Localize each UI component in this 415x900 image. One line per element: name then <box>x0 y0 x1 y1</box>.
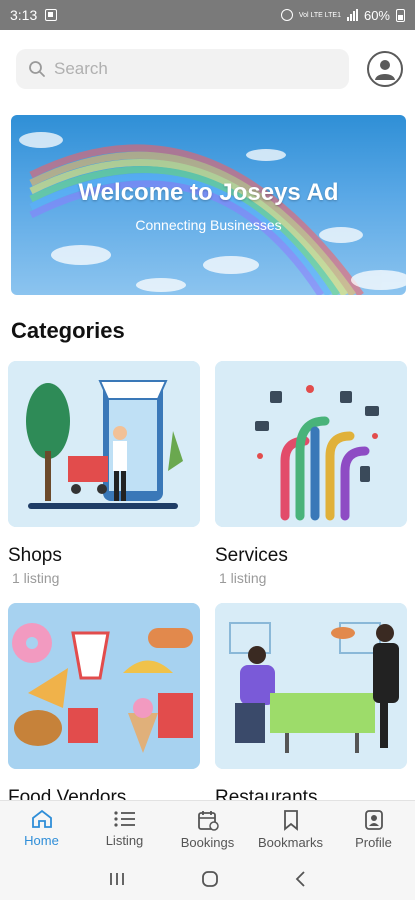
system-navigation-bar <box>0 858 415 900</box>
signal-icon <box>346 9 358 21</box>
nav-label-profile: Profile <box>355 835 392 850</box>
nav-item-bookmarks[interactable]: Bookmarks <box>249 801 332 858</box>
back-icon[interactable] <box>294 870 308 888</box>
category-count-services: 1 listing <box>219 570 267 586</box>
battery-percent: 60% <box>363 7 390 23</box>
search-bar[interactable] <box>16 49 349 89</box>
nav-item-profile[interactable]: Profile <box>332 801 415 858</box>
nav-label-bookmarks: Bookmarks <box>257 835 324 850</box>
nav-item-bookings[interactable]: Bookings <box>166 801 249 858</box>
category-count-shops: 1 listing <box>12 570 60 586</box>
status-bar: 3:13 Vol LTE LTE1 60% <box>0 0 415 30</box>
home-button-icon[interactable] <box>201 870 219 888</box>
shops-illustration <box>8 361 200 527</box>
notification-icon <box>45 9 58 21</box>
network-type-label: Vol LTE LTE1 <box>298 11 341 19</box>
profile-icon <box>364 810 383 830</box>
category-name-shops[interactable]: Shops <box>8 545 62 567</box>
bookmark-icon <box>283 810 298 831</box>
search-icon <box>29 61 45 77</box>
nav-item-home[interactable]: Home <box>0 801 83 858</box>
nav-item-listing[interactable]: Listing <box>83 801 166 858</box>
restaurants-illustration <box>215 603 407 769</box>
categories-heading: Categories <box>11 318 125 343</box>
user-icon <box>375 60 395 80</box>
category-card-food-vendors[interactable] <box>8 603 200 769</box>
banner-subtitle: Connecting Businesses <box>135 217 282 233</box>
welcome-banner[interactable]: Welcome to Joseys Ad Connecting Business… <box>11 115 406 295</box>
food-vendors-illustration <box>8 603 200 769</box>
category-card-shops[interactable] <box>8 361 200 527</box>
calendar-icon <box>197 811 219 831</box>
nav-label-listing: Listing <box>105 833 144 848</box>
search-input[interactable] <box>54 59 314 79</box>
recent-apps-icon[interactable] <box>108 871 126 887</box>
home-icon <box>31 809 52 828</box>
banner-title: Welcome to Joseys Ad <box>78 179 339 206</box>
category-name-services[interactable]: Services <box>215 545 288 567</box>
list-icon <box>113 811 135 827</box>
profile-avatar-button[interactable] <box>367 51 403 87</box>
status-time: 3:13 <box>10 7 38 23</box>
bottom-navigation: Home Listing Bookings Bookmarks Profile <box>0 800 415 858</box>
nav-label-home: Home <box>24 833 59 848</box>
nav-label-bookings: Bookings <box>180 835 235 850</box>
battery-icon <box>396 8 405 22</box>
alarm-icon <box>280 9 293 21</box>
services-illustration <box>215 361 407 527</box>
category-card-restaurants[interactable] <box>215 603 407 769</box>
category-card-services[interactable] <box>215 361 407 527</box>
